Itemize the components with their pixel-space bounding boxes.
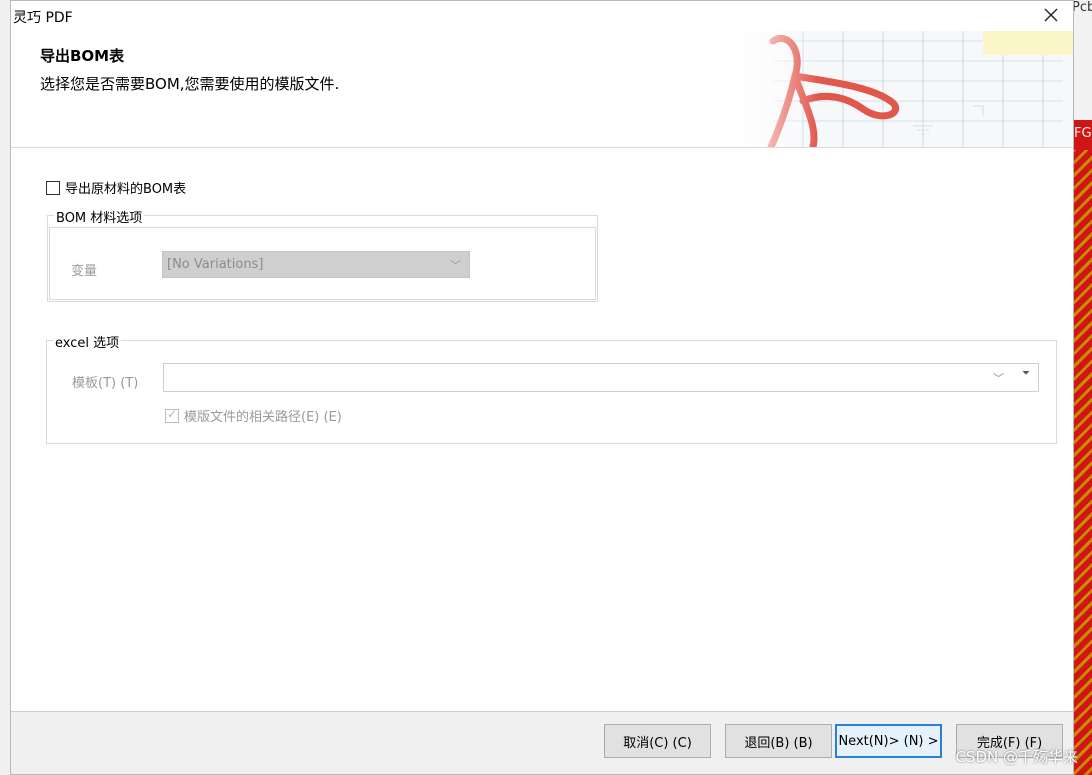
excel-options-group: excel 选项 模板(T) (T) ﹀ ⏷ ✓ 模版文件的相关路径(E) (E… bbox=[46, 332, 1057, 444]
export-bom-checkbox-box[interactable] bbox=[46, 180, 60, 195]
close-button[interactable] bbox=[1039, 3, 1063, 27]
wizard-footer: 取消(C) (C) 退回(B) (B) Next(N)> (N) > 完成(F)… bbox=[11, 711, 1073, 774]
excel-options-legend: excel 选项 bbox=[53, 332, 122, 351]
page-title: 导出BOM表 bbox=[40, 47, 125, 65]
cancel-button[interactable]: 取消(C) (C) bbox=[604, 724, 711, 758]
export-bom-checkbox[interactable]: 导出原材料的BOM表 bbox=[46, 178, 186, 197]
chevron-down-icon: ﹀ bbox=[993, 372, 1004, 385]
chevron-down-icon: ﹀ bbox=[450, 259, 461, 272]
wizard-content: 导出原材料的BOM表 BOM 材料选项 变量 [No Variations] ﹀… bbox=[11, 148, 1073, 712]
page-subtitle: 选择您是否需要BOM,您需要使用的模版文件. bbox=[40, 75, 340, 93]
close-icon bbox=[1044, 8, 1058, 22]
watermark: CSDN @千殇华来 bbox=[955, 748, 1078, 766]
relative-path-checkbox-box[interactable]: ✓ bbox=[165, 406, 179, 423]
variant-select[interactable]: [No Variations] ﹀ bbox=[162, 251, 470, 278]
wizard-header: 导出BOM表 选择您是否需要BOM,您需要使用的模版文件. bbox=[11, 31, 1073, 148]
relative-path-label: 模版文件的相关路径(E) (E) bbox=[184, 410, 342, 425]
background-text-fg: FG bbox=[1074, 126, 1092, 141]
bom-options-legend: BOM 材料选项 bbox=[54, 207, 145, 226]
title-bar: 灵巧 PDF bbox=[11, 1, 1073, 31]
template-select[interactable]: ﹀ ⏷ bbox=[163, 363, 1039, 392]
next-button[interactable]: Next(N)> (N) > bbox=[835, 724, 942, 758]
bom-options-group: BOM 材料选项 变量 [No Variations] ﹀ bbox=[47, 207, 598, 302]
background-window-left bbox=[0, 0, 10, 775]
dropdown-caret-icon[interactable]: ⏷ bbox=[1022, 368, 1030, 379]
back-button[interactable]: 退回(B) (B) bbox=[725, 724, 832, 758]
check-icon: ✓ bbox=[167, 406, 178, 421]
background-text-pcb: Pcb bbox=[1072, 0, 1092, 15]
relative-path-checkbox[interactable]: ✓ 模版文件的相关路径(E) (E) bbox=[165, 406, 342, 425]
export-bom-label: 导出原材料的BOM表 bbox=[65, 182, 187, 197]
export-bom-dialog: 灵巧 PDF 导出BOM表 选择您是否需要BOM,您需要使用的模版文件. 导出原… bbox=[10, 0, 1074, 775]
header-artwork-pdf-logo-icon bbox=[733, 31, 1073, 147]
template-label: 模板(T) (T) bbox=[72, 376, 139, 391]
variant-select-value: [No Variations] bbox=[167, 257, 264, 272]
background-pcb-app: Pcb FG bbox=[1072, 0, 1092, 775]
variant-label: 变量 bbox=[71, 264, 98, 279]
window-title: 灵巧 PDF bbox=[13, 10, 73, 26]
